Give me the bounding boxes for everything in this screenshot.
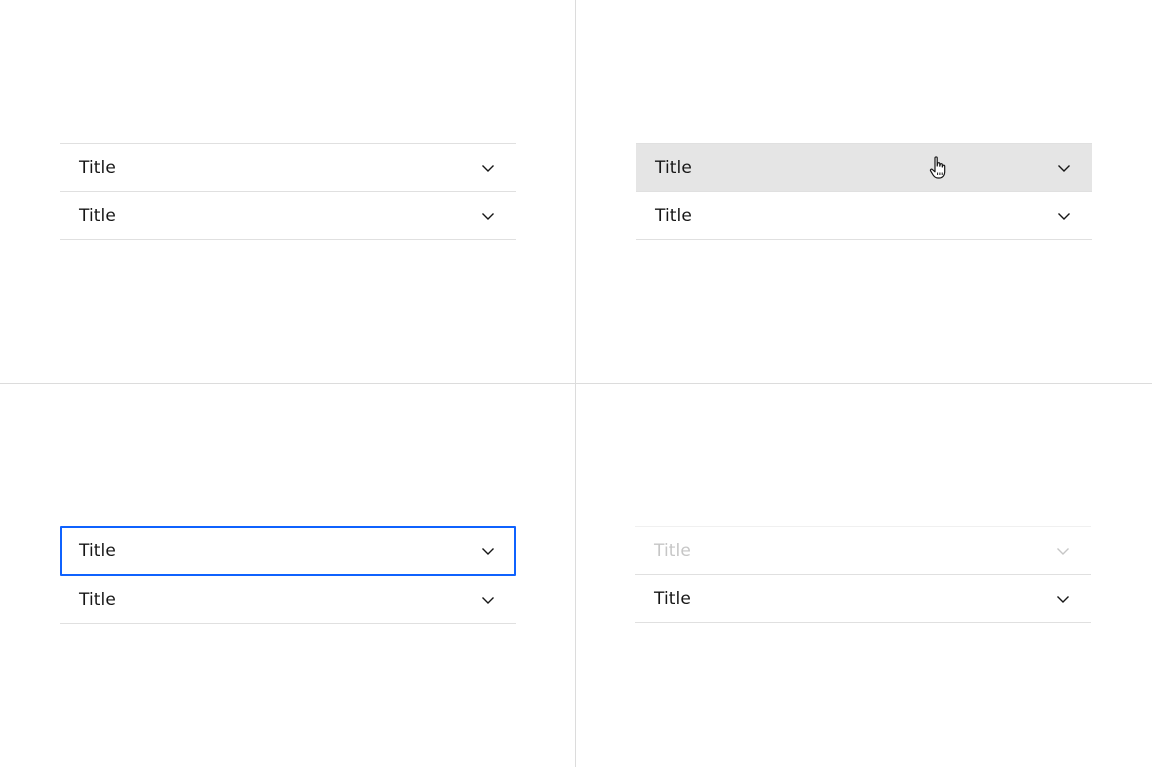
- accordion-title: Title: [655, 157, 692, 178]
- accordion-item-1-focused[interactable]: Title: [60, 526, 516, 576]
- accordion-item-1-disabled: Title: [635, 527, 1091, 575]
- hand-pointer-icon: [928, 155, 950, 181]
- accordion-title: Title: [79, 157, 116, 178]
- accordion-item-2[interactable]: Title: [636, 192, 1092, 240]
- accordion-title: Title: [79, 541, 116, 561]
- chevron-down-icon: [481, 544, 495, 558]
- default-state-panel: Title Title: [60, 143, 516, 240]
- accordion-focus: Title Title: [60, 526, 516, 624]
- accordion-title: Title: [654, 540, 691, 561]
- chevron-down-icon: [1056, 544, 1070, 558]
- accordion-title: Title: [655, 205, 692, 226]
- chevron-down-icon: [481, 209, 495, 223]
- horizontal-divider: [0, 383, 1152, 384]
- chevron-down-icon: [481, 161, 495, 175]
- accordion-item-1[interactable]: Title: [60, 144, 516, 192]
- disabled-state-panel: Title Title: [635, 526, 1091, 623]
- accordion-item-1-hovered[interactable]: Title: [636, 144, 1092, 192]
- accordion-item-2[interactable]: Title: [60, 576, 516, 624]
- chevron-down-icon: [1057, 209, 1071, 223]
- accordion-hover: Title Title: [636, 143, 1092, 240]
- accordion-item-2[interactable]: Title: [60, 192, 516, 240]
- focus-state-panel: Title Title: [60, 526, 516, 624]
- chevron-down-icon: [1057, 161, 1071, 175]
- chevron-down-icon: [1056, 592, 1070, 606]
- accordion-title: Title: [79, 205, 116, 226]
- accordion-title: Title: [654, 588, 691, 609]
- accordion-disabled: Title Title: [635, 526, 1091, 623]
- accordion-default: Title Title: [60, 143, 516, 240]
- hover-state-panel: Title Title: [636, 143, 1092, 240]
- accordion-title: Title: [79, 589, 116, 610]
- chevron-down-icon: [481, 593, 495, 607]
- accordion-item-2[interactable]: Title: [635, 575, 1091, 623]
